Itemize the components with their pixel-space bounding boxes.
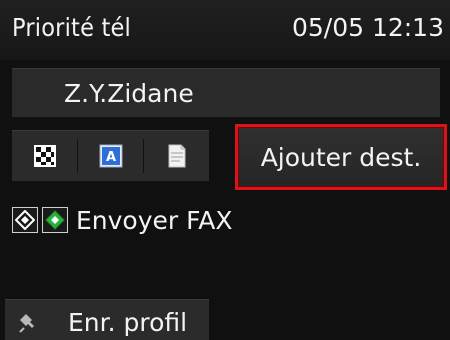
status-bar: Priorité tél 05/05 12:13 bbox=[0, 0, 450, 60]
save-profile-label: Enr. profil bbox=[68, 308, 188, 337]
pin-icon bbox=[19, 314, 34, 333]
send-fax-hint: Envoyer FAX bbox=[12, 204, 232, 236]
add-recipient-button[interactable]: Ajouter dest. bbox=[239, 128, 443, 186]
send-fax-label: Envoyer FAX bbox=[76, 205, 233, 235]
scan-size-button[interactable] bbox=[144, 131, 209, 181]
page-document-icon bbox=[168, 144, 185, 168]
fax-touch-screen: Priorité tél 05/05 12:13 Z.Y.Zidane A Aj… bbox=[0, 0, 450, 340]
add-recipient-label: Ajouter dest. bbox=[260, 142, 422, 172]
scan-settings-group: A bbox=[12, 130, 209, 182]
save-profile-button[interactable]: Enr. profil bbox=[5, 299, 209, 340]
screen-title: Priorité tél bbox=[12, 13, 131, 42]
resolution-button[interactable] bbox=[12, 131, 77, 181]
recipient-name: Z.Y.Zidane bbox=[64, 79, 194, 108]
recipient-name-field[interactable]: Z.Y.Zidane bbox=[12, 68, 440, 118]
monochrome-start-icon bbox=[12, 207, 38, 233]
color-start-icon bbox=[42, 207, 68, 233]
svg-text:A: A bbox=[105, 150, 115, 165]
contrast-button[interactable]: A bbox=[78, 131, 143, 181]
resolution-checker-icon bbox=[33, 145, 56, 167]
date-time-display: 05/05 12:13 bbox=[291, 13, 444, 42]
text-document-icon: A bbox=[99, 144, 122, 168]
